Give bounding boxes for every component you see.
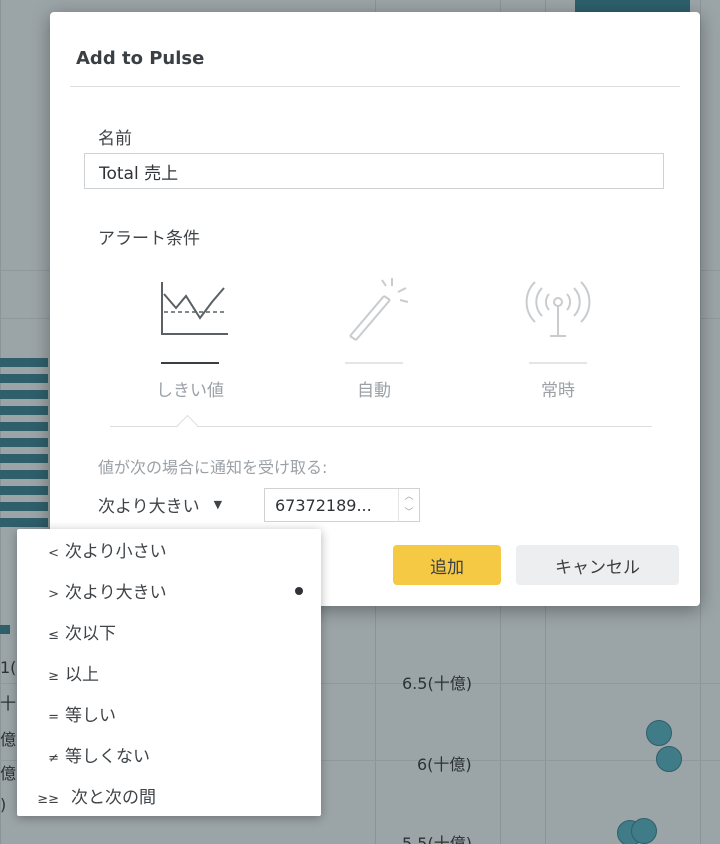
active-option-pointer <box>176 414 199 437</box>
dropdown-item-label: 次より小さい <box>65 542 167 562</box>
alert-condition-label: アラート条件 <box>98 229 200 249</box>
title-divider <box>70 86 680 87</box>
spin-up-icon[interactable]: ︿ <box>399 489 419 505</box>
spin-down-icon[interactable]: ﹀ <box>399 505 419 521</box>
add-button[interactable]: 追加 <box>393 545 501 585</box>
dropdown-item-label: 等しい <box>65 706 116 726</box>
option-underline <box>345 362 403 364</box>
scatter-point <box>631 818 657 844</box>
background-bar <box>0 518 48 527</box>
y-axis-label: 5.5(十億) <box>402 834 472 844</box>
axis-fragment: 億 <box>0 730 17 749</box>
dropdown-item-less-or-equal[interactable]: ≤ 次以下 <box>17 611 321 652</box>
number-spinner[interactable]: ︿ ﹀ <box>398 489 419 521</box>
add-to-pulse-dialog: Add to Pulse 名前 Total 売上 アラート条件 しきい値 自動 … <box>50 12 700 606</box>
y-axis-label: 6.5(十億) <box>402 674 472 693</box>
dropdown-item-not-equal[interactable]: ≠ 等しくない <box>17 734 321 775</box>
dropdown-item-label: 次と次の間 <box>71 788 156 808</box>
background-bar <box>0 422 48 431</box>
notify-condition-hint: 値が次の場合に通知を受け取る: <box>98 458 328 477</box>
background-bar <box>0 470 48 479</box>
selected-dot-icon <box>295 587 303 595</box>
grid-line <box>700 0 701 844</box>
name-label: 名前 <box>98 129 132 149</box>
greater-or-equal-icon: ≥ <box>48 669 59 684</box>
dialog-title: Add to Pulse <box>76 48 205 69</box>
alert-option-always[interactable]: 常時 <box>498 274 618 401</box>
axis-fragment: 十 <box>0 694 17 713</box>
condition-select-value: 次より大きい <box>98 497 200 517</box>
axis-fragment: 1( <box>0 658 17 677</box>
not-equal-icon: ≠ <box>48 751 59 766</box>
dropdown-item-less-than[interactable]: < 次より小さい <box>17 529 321 570</box>
equal-icon: = <box>48 710 59 725</box>
condition-dropdown-menu: < 次より小さい > 次より大きい ≤ 次以下 ≥ 以上 = 等しい ≠ 等しく… <box>17 529 321 816</box>
dropdown-item-greater-or-equal[interactable]: ≥ 以上 <box>17 652 321 693</box>
scatter-point <box>656 746 682 772</box>
background-bar <box>0 390 48 399</box>
dropdown-item-label: 次より大きい <box>65 583 167 603</box>
scatter-point <box>646 720 672 746</box>
option-underline <box>161 362 219 364</box>
condition-select[interactable]: 次より大きい ▼ <box>98 492 222 517</box>
less-or-equal-icon: ≤ <box>48 628 59 643</box>
background-bar <box>0 625 10 634</box>
caret-down-icon: ▼ <box>213 498 223 511</box>
threshold-value: 67372189... <box>275 495 372 515</box>
greater-than-icon: > <box>48 587 59 602</box>
y-axis-label: 6(十億) <box>417 755 472 774</box>
broadcast-antenna-icon <box>518 274 598 344</box>
option-label: 常時 <box>541 381 575 401</box>
threshold-chart-icon <box>150 274 230 344</box>
dropdown-item-between[interactable]: ≥≥ 次と次の間 <box>17 775 321 816</box>
less-than-icon: < <box>48 546 59 561</box>
axis-fragment: ) <box>0 795 7 814</box>
background-header-block <box>575 0 690 12</box>
alert-option-auto[interactable]: 自動 <box>314 274 434 401</box>
background-bar <box>0 358 48 367</box>
name-input[interactable]: Total 売上 <box>84 153 664 189</box>
threshold-value-input[interactable]: 67372189... ︿ ﹀ <box>264 488 420 522</box>
background-bar <box>0 454 48 463</box>
option-label: 自動 <box>357 381 391 401</box>
dropdown-item-greater-than[interactable]: > 次より大きい <box>17 570 321 611</box>
dropdown-item-label: 次以下 <box>65 624 116 644</box>
alert-option-threshold[interactable]: しきい値 <box>130 274 250 401</box>
option-underline <box>529 362 587 364</box>
option-label: しきい値 <box>156 381 224 401</box>
dropdown-item-label: 等しくない <box>65 747 150 767</box>
dropdown-item-equal[interactable]: = 等しい <box>17 693 321 734</box>
background-bar <box>0 406 48 415</box>
cancel-button[interactable]: キャンセル <box>516 545 679 585</box>
dropdown-item-label: 以上 <box>65 665 99 685</box>
background-bar <box>0 502 48 511</box>
background-bar <box>0 374 48 383</box>
background-bar <box>0 486 48 495</box>
between-icon: ≥≥ <box>37 792 59 807</box>
magic-wand-icon <box>334 274 414 344</box>
background-bar <box>0 438 48 447</box>
